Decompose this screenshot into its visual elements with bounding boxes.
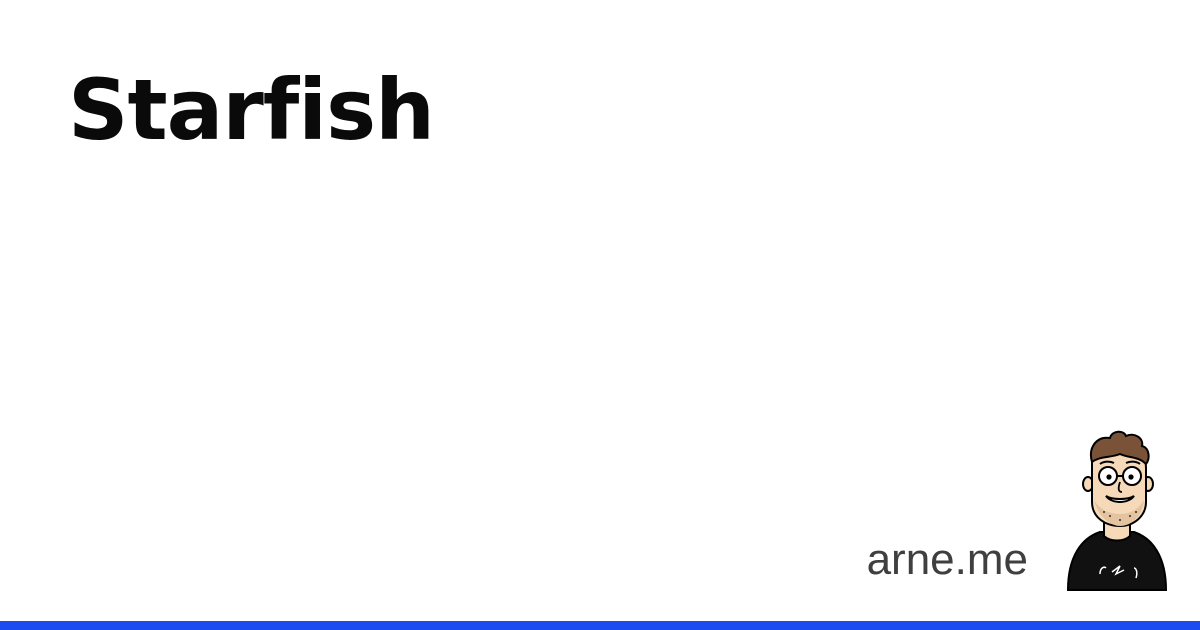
accent-bar — [0, 621, 1200, 630]
page-title: Starfish — [68, 61, 435, 159]
og-card: Starfish arne.me — [0, 0, 1200, 630]
cartoon-avatar-icon — [1066, 430, 1168, 591]
site-name: arne.me — [866, 535, 1028, 584]
